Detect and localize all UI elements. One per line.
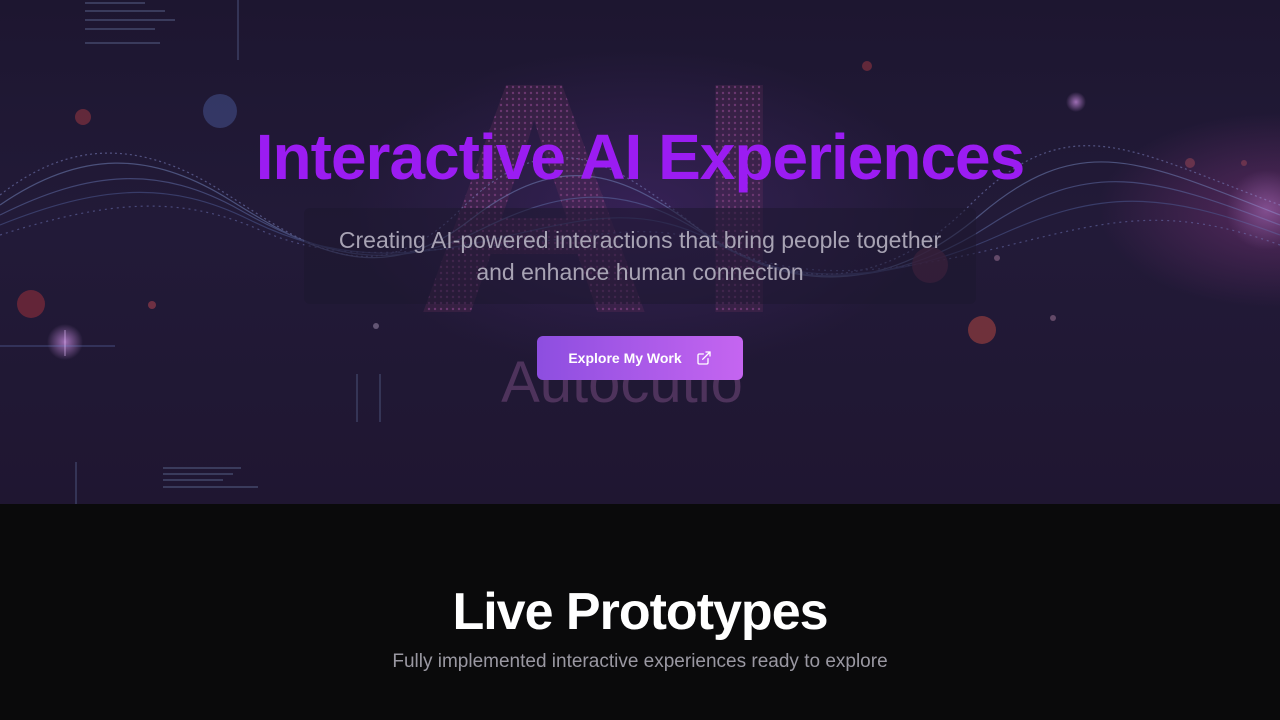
- explore-button-label: Explore My Work: [568, 350, 682, 366]
- background-ai-letters-tint: AI: [415, 13, 825, 382]
- external-link-icon: [696, 350, 712, 366]
- section-subtitle: Fully implemented interactive experience…: [392, 651, 888, 672]
- hero-subtitle-box: Creating AI-powered interactions that br…: [304, 208, 976, 304]
- section-title: Live Prototypes: [452, 583, 828, 641]
- hero-title: Interactive AI Experiences: [255, 121, 1025, 193]
- hero-subtitle: Creating AI-powered interactions that br…: [338, 227, 942, 285]
- hero-section: AI AI Autocutio Interactive AI Experienc…: [0, 0, 1280, 504]
- background-code-snippet: [85, 2, 258, 488]
- live-prototypes-section: Live Prototypes Fully implemented intera…: [0, 504, 1280, 720]
- explore-my-work-button[interactable]: Explore My Work: [537, 336, 743, 380]
